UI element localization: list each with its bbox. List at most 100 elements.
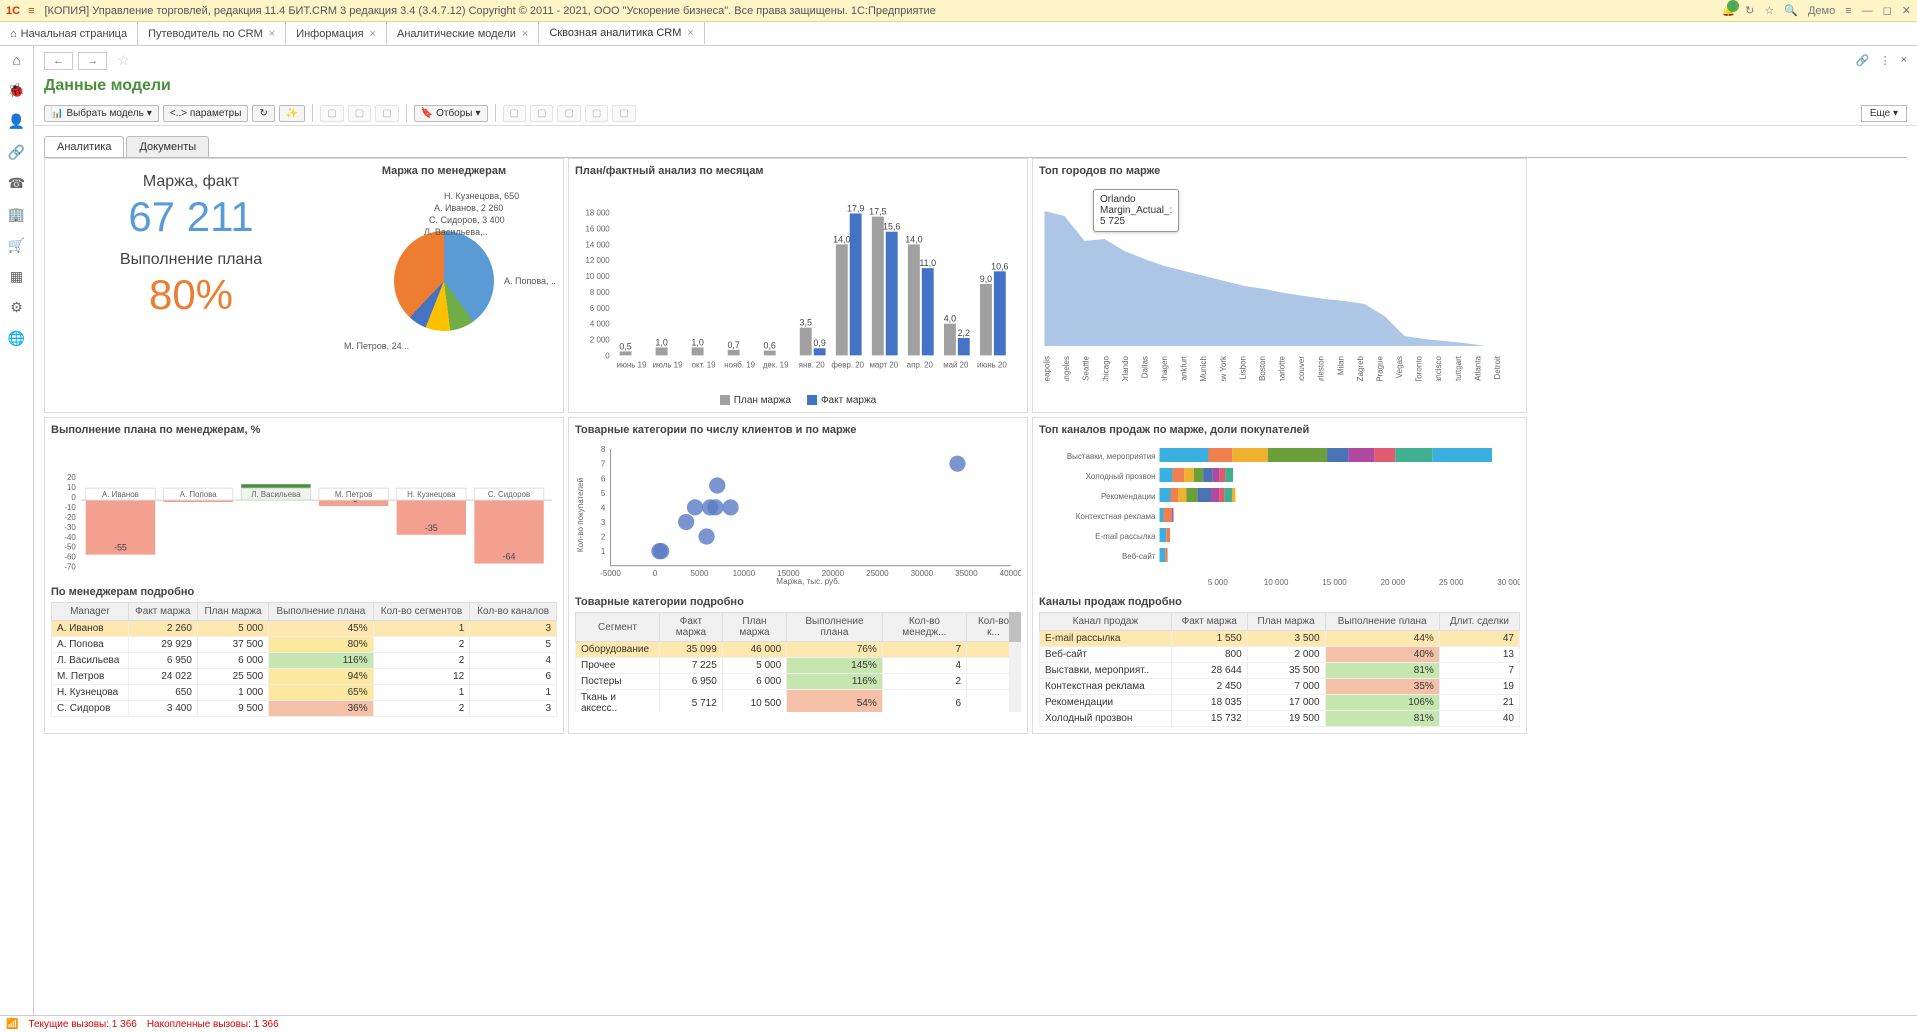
top-cities-chart: Топ городов по марже MinneapolisLos Ange… [1032, 158, 1527, 413]
table-row[interactable]: М. Петров24 02225 50094%126 [52, 669, 557, 685]
svg-text:18 000: 18 000 [586, 209, 611, 218]
refresh-button[interactable]: ↻ [252, 105, 274, 122]
svg-text:Detroit: Detroit [1493, 355, 1502, 379]
close-panel-icon[interactable]: × [1901, 54, 1907, 67]
svg-text:Boston: Boston [1258, 356, 1267, 381]
table-row[interactable]: А. Иванов2 2605 00045%13 [52, 621, 557, 637]
svg-text:17,9: 17,9 [847, 203, 864, 213]
tb-btn-5[interactable]: ▢ [530, 105, 553, 122]
table-row[interactable]: Контекстная реклама2 4507 00035%19 [1040, 679, 1520, 695]
svg-text:1,0: 1,0 [691, 337, 703, 347]
svg-text:10 000: 10 000 [586, 272, 611, 281]
more-icon[interactable]: ⋮ [1880, 54, 1891, 67]
close-icon[interactable]: × [522, 28, 528, 40]
svg-text:7: 7 [601, 460, 606, 469]
tb-btn-4[interactable]: ▢ [503, 105, 526, 122]
more-button[interactable]: Еще ▾ [1861, 105, 1907, 122]
table-row[interactable]: Л. Васильева6 9506 000116%24 [52, 653, 557, 669]
channels-table[interactable]: Канал продажФакт маржаПлан маржаВыполнен… [1039, 612, 1520, 727]
tb-btn-8[interactable]: ▢ [612, 105, 635, 122]
minimize-icon[interactable]: — [1862, 5, 1873, 17]
forward-button[interactable]: → [78, 52, 107, 70]
filters-button[interactable]: 🔖 Отборы ▾ [414, 105, 488, 122]
select-model-button[interactable]: 📊 Выбрать модель ▾ [44, 105, 159, 122]
table-row[interactable]: А. Попова29 92937 50080%25 [52, 637, 557, 653]
close-icon[interactable]: ✕ [1902, 4, 1911, 17]
svg-text:40000: 40000 [1000, 569, 1021, 578]
maximize-icon[interactable]: ◻ [1883, 4, 1892, 17]
history-icon[interactable]: ↻ [1745, 4, 1754, 17]
params-button[interactable]: <..> параметры [163, 105, 249, 122]
back-button[interactable]: ← [44, 52, 73, 70]
table-row[interactable]: Холодный прозвон15 73219 50081%40 [1040, 711, 1520, 727]
magic-button[interactable]: ✨ [279, 105, 305, 122]
svg-text:Lisbon: Lisbon [1238, 356, 1247, 380]
svg-text:2 000: 2 000 [590, 335, 610, 344]
page-title: Данные модели [34, 75, 1917, 101]
cart-icon[interactable]: 🛒 [8, 237, 25, 254]
svg-text:0,5: 0,5 [619, 341, 631, 351]
svg-text:15,6: 15,6 [883, 222, 900, 232]
window-title: [КОПИЯ] Управление торговлей, редакция 1… [44, 5, 1721, 17]
table-row[interactable]: Рекомендации18 03517 000106%21 [1040, 695, 1520, 711]
table-row[interactable]: Н. Кузнецова6501 00065%11 [52, 685, 557, 701]
svg-text:35000: 35000 [955, 569, 978, 578]
tab-crm-guide[interactable]: Путеводитель по CRM× [138, 22, 286, 45]
home-icon[interactable]: ⌂ [12, 52, 20, 68]
search-icon[interactable]: 🔍 [1784, 4, 1798, 17]
tab-analytics[interactable]: Аналитика [44, 136, 124, 157]
close-icon[interactable]: × [370, 28, 376, 40]
link-icon[interactable]: 🔗 [1856, 54, 1870, 67]
table-row[interactable]: Постеры6 9506 000116%2 [576, 674, 1021, 690]
tab-home[interactable]: Начальная страница [0, 22, 138, 45]
star-icon[interactable]: ☆ [1764, 4, 1774, 17]
svg-text:Toronto: Toronto [1415, 355, 1424, 381]
table-row[interactable]: Оборудование35 09946 00076%7 [576, 642, 1021, 658]
tab-cross-analytics[interactable]: Сквозная аналитика CRM× [539, 22, 705, 45]
table-row[interactable]: Выставки, мероприят..28 64435 50081%7 [1040, 663, 1520, 679]
svg-text:0,7: 0,7 [727, 340, 739, 350]
tb-btn-1[interactable]: ▢ [320, 105, 343, 122]
bug-icon[interactable]: 🐞 [8, 82, 25, 99]
categories-scatter: Товарные категории по числу клиентов и п… [568, 417, 1028, 734]
svg-text:Munich: Munich [1199, 356, 1208, 381]
tab-analytic-models[interactable]: Аналитические модели× [387, 22, 539, 45]
tb-btn-3[interactable]: ▢ [375, 105, 398, 122]
office-icon[interactable]: 🏢 [8, 206, 25, 223]
gear-icon[interactable]: ⚙ [10, 299, 23, 316]
menu-icon[interactable]: ≡ [28, 5, 34, 17]
table-row[interactable]: Прочее7 2255 000145%4 [576, 658, 1021, 674]
svg-text:New York: New York [1219, 355, 1228, 381]
favorite-icon[interactable]: ☆ [117, 52, 130, 69]
integration-icon[interactable]: 🔗 [8, 144, 25, 161]
svg-text:Chicago: Chicago [1101, 355, 1110, 381]
user-icon[interactable]: 👤 [8, 113, 25, 130]
tb-btn-2[interactable]: ▢ [348, 105, 371, 122]
table-row[interactable]: Веб-сайт8002 00040%13 [1040, 647, 1520, 663]
svg-text:-55: -55 [114, 543, 127, 553]
tab-info[interactable]: Информация× [286, 22, 387, 45]
table-row[interactable]: Ткань и аксесс..5 71210 50054%6 [576, 690, 1021, 713]
tb-btn-6[interactable]: ▢ [557, 105, 580, 122]
scrollbar[interactable] [1009, 612, 1021, 712]
svg-text:5 000: 5 000 [1208, 578, 1229, 587]
categories-table[interactable]: СегментФакт маржаПлан маржаВыполнение пл… [575, 612, 1021, 712]
tb-btn-7[interactable]: ▢ [585, 105, 608, 122]
user-label[interactable]: Демо [1808, 5, 1835, 17]
settings-icon[interactable]: ≡ [1845, 5, 1851, 17]
svg-text:Холодный прозвон: Холодный прозвон [1086, 472, 1156, 481]
globe-icon[interactable]: 🌐 [8, 330, 25, 347]
svg-text:Charleston: Charleston [1317, 356, 1326, 381]
close-icon[interactable]: × [269, 28, 275, 40]
sidebar: ⌂ 🐞 👤 🔗 ☎ 🏢 🛒 ▦ ⚙ 🌐 [0, 46, 34, 1015]
accumulated-calls: Накопленные вызовы: 1 366 [147, 1019, 279, 1030]
table-row[interactable]: E-mail рассылка1 5503 50044%47 [1040, 631, 1520, 647]
bell-icon[interactable]: 🔔3 [1721, 4, 1735, 17]
tab-documents[interactable]: Документы [126, 136, 209, 157]
svg-text:30 000: 30 000 [1497, 578, 1520, 587]
table-row[interactable]: С. Сидоров3 4009 50036%23 [52, 701, 557, 717]
managers-table[interactable]: ManagerФакт маржаПлан маржаВыполнение пл… [51, 602, 557, 717]
close-icon[interactable]: × [687, 27, 693, 39]
phone-icon[interactable]: ☎ [8, 175, 25, 192]
grid-icon[interactable]: ▦ [10, 268, 23, 285]
